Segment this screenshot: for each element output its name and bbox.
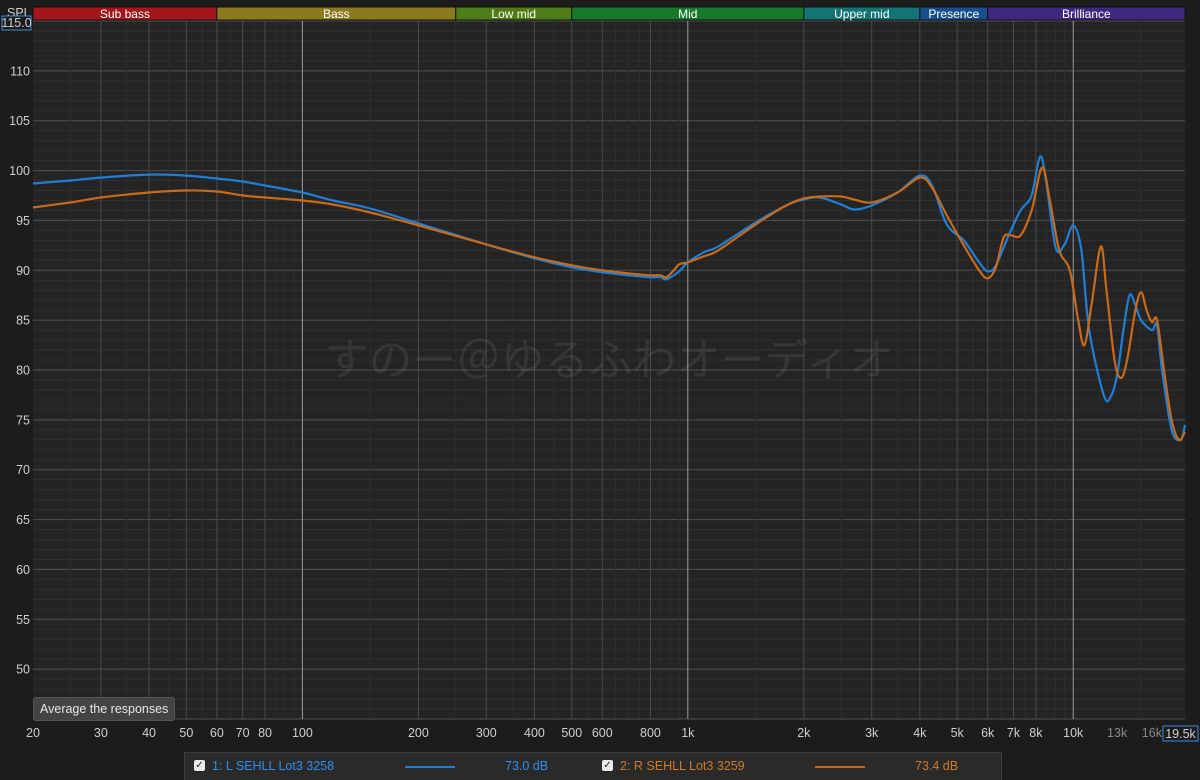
band-label: Sub bass <box>100 7 150 21</box>
frequency-response-chart: Sub bass Bass Low mid Mid Upper mid Presence B… <box>0 0 1200 779</box>
x-tick-label: 8k <box>1029 726 1043 740</box>
y-tick-label: 55 <box>16 613 30 627</box>
legend-label-left: 1: L SEHLL Lot3 3258 <box>212 759 335 773</box>
y-top-value-label[interactable]: 115.0 <box>1 16 31 30</box>
checkbox-right[interactable]: ✓ <box>602 760 613 771</box>
x-tick-label: 70 <box>236 726 250 740</box>
x-tick-label: 200 <box>408 726 429 740</box>
y-tick-label: 110 <box>10 64 30 78</box>
x-tick-label: 7k <box>1007 726 1021 740</box>
x-tick-label: 80 <box>258 726 272 740</box>
x-tick-label: 500 <box>561 726 582 740</box>
legend-panel: ✓ 1: L SEHLL Lot3 3258 73.0 dB ✓ 2: R SE… <box>184 752 1002 780</box>
band-label: Low mid <box>491 7 536 21</box>
y-tick-label: 50 <box>16 663 30 677</box>
y-tick-label: 75 <box>16 413 30 427</box>
y-tick-label: 85 <box>16 314 30 328</box>
x-tick-label: 3k <box>865 726 879 740</box>
y-tick-label: 95 <box>16 214 30 228</box>
legend-label-right: 2: R SEHLL Lot3 3259 <box>620 759 745 773</box>
x-tick-label: 600 <box>592 726 613 740</box>
x-tick-label: 300 <box>476 726 497 740</box>
x-tick-label: 20 <box>26 726 40 740</box>
band-label: Mid <box>678 7 697 21</box>
band-label: Brilliance <box>1062 7 1111 21</box>
y-tick-label: 105 <box>9 114 30 128</box>
legend-swatch-left <box>405 766 455 768</box>
y-tick-label: 60 <box>16 563 30 577</box>
y-tick-label: 100 <box>9 164 30 178</box>
legend-entry-left[interactable]: ✓ 1: L SEHLL Lot3 3258 73.0 dB <box>185 753 585 780</box>
x-tick-label: 16k <box>1142 726 1163 740</box>
x-tick-label: 13k <box>1107 726 1128 740</box>
x-tick-label: 1k <box>681 726 695 740</box>
y-tick-label: 70 <box>16 463 30 477</box>
legend-level-left: 73.0 dB <box>505 759 549 773</box>
checkbox-left[interactable]: ✓ <box>194 760 205 771</box>
x-tick-label: 50 <box>179 726 193 740</box>
band-low-mid: Low mid <box>455 6 573 21</box>
band-label: Upper mid <box>834 7 889 21</box>
y-tick-label: 80 <box>16 364 30 378</box>
x-tick-label: 5k <box>951 726 965 740</box>
x-tick-label: 2k <box>797 726 811 740</box>
average-responses-button[interactable]: Average the responses <box>33 697 176 721</box>
legend-level-right: 73.4 dB <box>915 759 959 773</box>
x-right-value-label[interactable]: 19.5k <box>1165 727 1196 741</box>
band-brilliance: Brilliance <box>987 6 1186 21</box>
watermark-text: すのー＠ゆるふわオーディオ <box>325 335 894 386</box>
x-tick-label: 10k <box>1063 726 1084 740</box>
y-tick-label: 65 <box>16 513 30 527</box>
y-tick-label: 90 <box>16 264 30 278</box>
x-tick-label: 4k <box>913 726 927 740</box>
legend-entry-right[interactable]: ✓ 2: R SEHLL Lot3 3259 73.4 dB <box>593 753 993 780</box>
x-tick-label: 60 <box>210 726 224 740</box>
band-mid: Mid <box>571 6 805 21</box>
band-label: Bass <box>323 7 350 21</box>
band-upper-mid: Upper mid <box>803 6 921 21</box>
band-sub-bass: Sub bass <box>32 6 218 21</box>
band-label: Presence <box>928 7 979 21</box>
x-tick-label: 100 <box>292 726 313 740</box>
x-tick-label: 40 <box>142 726 156 740</box>
band-presence: Presence <box>919 6 989 21</box>
band-bass: Bass <box>216 6 457 21</box>
x-tick-label: 800 <box>640 726 661 740</box>
legend-swatch-right <box>815 766 865 768</box>
x-tick-label: 6k <box>981 726 995 740</box>
x-tick-label: 400 <box>524 726 545 740</box>
x-tick-label: 30 <box>94 726 108 740</box>
